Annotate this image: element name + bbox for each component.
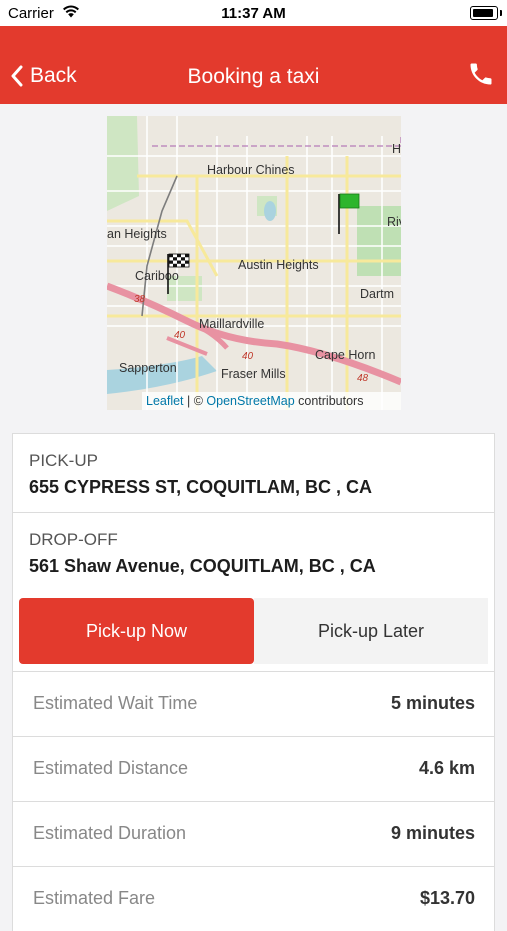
map-label: Cape Horn	[315, 348, 375, 362]
pickup-label: PICK-UP	[29, 451, 98, 470]
dropoff-address-row[interactable]: DROP-OFF 561 Shaw Avenue, COQUITLAM, BC …	[12, 512, 495, 592]
route-map[interactable]: Harbour Chines an Heights Cariboo Austin…	[107, 116, 401, 410]
map-label: Fraser Mills	[221, 367, 286, 381]
dropoff-label: DROP-OFF	[29, 530, 118, 549]
map-label: Cariboo	[135, 269, 179, 283]
route-number: 48	[357, 373, 369, 384]
estimate-value: $13.70	[419, 888, 475, 908]
phone-icon	[470, 63, 492, 85]
attribution-suffix: contributors	[294, 394, 364, 408]
route-number: 40	[242, 351, 254, 362]
phone-call-button[interactable]	[467, 60, 495, 93]
map-label: H	[392, 142, 401, 156]
map-label: Riv	[387, 215, 401, 229]
estimate-row: Estimated Duration 9 minutes	[12, 801, 495, 866]
estimate-label: Estimated Duration	[33, 823, 187, 843]
map-label: Maillardville	[199, 317, 264, 331]
map-attribution: Leaflet | © OpenStreetMap contributors	[142, 392, 401, 410]
pickup-now-button[interactable]: Pick-up Now	[19, 598, 254, 664]
map-label: Sapperton	[119, 361, 177, 375]
nav-bar: Back Booking a taxi	[0, 26, 507, 104]
route-number: 40	[174, 330, 186, 341]
attribution-separator: | ©	[183, 394, 207, 408]
route-number: 38	[134, 294, 146, 305]
estimate-label: Estimated Distance	[33, 758, 189, 778]
status-bar: Carrier 11:37 AM	[0, 0, 507, 26]
leaflet-link[interactable]: Leaflet	[146, 394, 184, 408]
openstreetmap-link[interactable]: OpenStreetMap	[206, 394, 294, 408]
estimate-value: 9 minutes	[390, 823, 475, 843]
pickup-address: 655 CYPRESS ST, COQUITLAM, BC , CA	[29, 477, 373, 497]
map-label: Austin Heights	[238, 258, 319, 272]
map-label: Harbour Chines	[207, 163, 295, 177]
map-label: Dartm	[360, 287, 394, 301]
dropoff-address: 561 Shaw Avenue, COQUITLAM, BC , CA	[29, 556, 376, 576]
estimate-label: Estimated Wait Time	[33, 693, 198, 713]
estimate-label: Estimated Fare	[33, 888, 156, 908]
page-title: Booking a taxi	[187, 65, 320, 88]
map-label: an Heights	[107, 227, 167, 241]
pickup-later-button[interactable]: Pick-up Later	[254, 598, 488, 664]
battery-icon	[470, 6, 502, 20]
estimate-value: 4.6 km	[418, 758, 475, 778]
estimate-value: 5 minutes	[390, 693, 475, 713]
pickup-address-row[interactable]: PICK-UP 655 CYPRESS ST, COQUITLAM, BC , …	[12, 433, 495, 513]
estimate-row: Estimated Distance 4.6 km	[12, 736, 495, 801]
estimate-row: Estimated Wait Time 5 minutes	[12, 671, 495, 736]
clock: 11:37 AM	[221, 5, 286, 22]
estimate-row: Estimated Fare $13.70	[12, 866, 495, 931]
